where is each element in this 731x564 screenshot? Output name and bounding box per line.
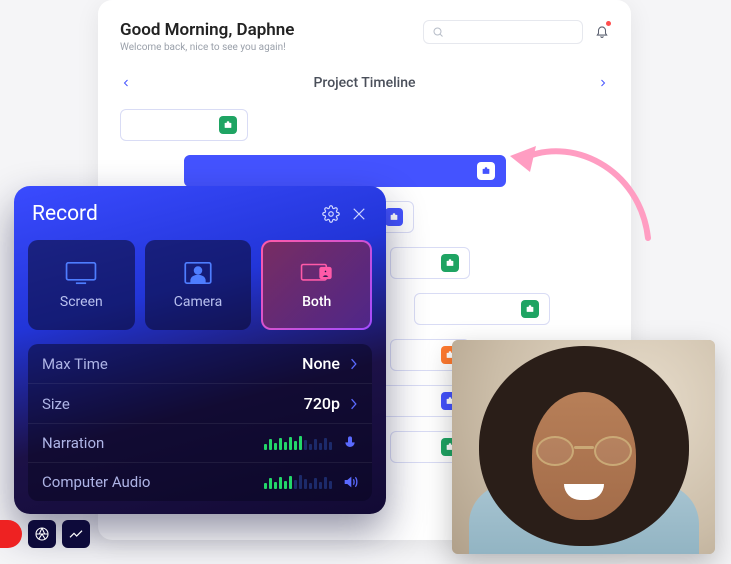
speaker-icon (342, 474, 358, 490)
computer-audio-level-meter (264, 475, 332, 489)
record-title: Record (32, 202, 98, 226)
option-screen-label: Screen (60, 294, 103, 310)
chart-icon (68, 526, 84, 542)
timeline-slot[interactable] (390, 247, 470, 279)
timeline-slot[interactable] (414, 293, 550, 325)
greeting-title: Good Morning, Daphne (120, 20, 294, 40)
briefcase-icon (219, 116, 237, 134)
dashboard-header: Good Morning, Daphne Welcome back, nice … (120, 20, 609, 53)
notification-dot (606, 21, 611, 26)
size-label: Size (42, 395, 70, 413)
search-input[interactable] (423, 20, 583, 44)
briefcase-icon (477, 162, 495, 180)
bell-icon (595, 24, 609, 38)
record-panel: Record Screen Camera Both Max Time (14, 186, 386, 514)
option-both[interactable]: Both (261, 240, 372, 330)
tray-app-1[interactable] (28, 520, 56, 548)
tray-app-2[interactable] (62, 520, 90, 548)
narration-level-meter (264, 436, 332, 450)
max-time-value: None (302, 354, 340, 373)
close-icon[interactable] (350, 205, 368, 223)
timeline-slot[interactable] (184, 155, 506, 187)
option-both-label: Both (302, 294, 331, 310)
setting-narration[interactable]: Narration (28, 424, 372, 463)
briefcase-icon (521, 300, 539, 318)
setting-max-time[interactable]: Max Time None (28, 344, 372, 384)
option-camera-label: Camera (174, 294, 223, 310)
dock-tray (0, 520, 90, 548)
aperture-icon (34, 526, 50, 542)
camera-preview (452, 340, 715, 554)
greeting: Good Morning, Daphne Welcome back, nice … (120, 20, 294, 53)
narration-label: Narration (42, 434, 104, 452)
setting-computer-audio[interactable]: Computer Audio (28, 463, 372, 501)
briefcase-icon (385, 208, 403, 226)
chevron-right-icon (350, 358, 358, 370)
gear-icon[interactable] (322, 205, 340, 223)
search-icon (432, 26, 444, 38)
chevron-left-icon[interactable] (120, 77, 132, 89)
size-value: 720p (304, 394, 340, 413)
timeline-header: Project Timeline (120, 75, 609, 91)
chevron-right-icon (350, 398, 358, 410)
timeline-slot[interactable] (120, 109, 248, 141)
max-time-label: Max Time (42, 355, 108, 373)
timeline-title: Project Timeline (313, 75, 415, 91)
briefcase-icon (441, 254, 459, 272)
tray-red-tab[interactable] (0, 520, 22, 548)
chevron-right-icon[interactable] (597, 77, 609, 89)
option-camera[interactable]: Camera (145, 240, 252, 330)
setting-size[interactable]: Size 720p (28, 384, 372, 424)
notification-bell[interactable] (595, 23, 609, 42)
microphone-icon (342, 435, 358, 451)
option-screen[interactable]: Screen (28, 240, 135, 330)
computer-audio-label: Computer Audio (42, 473, 150, 491)
greeting-subtitle: Welcome back, nice to see you again! (120, 42, 294, 53)
